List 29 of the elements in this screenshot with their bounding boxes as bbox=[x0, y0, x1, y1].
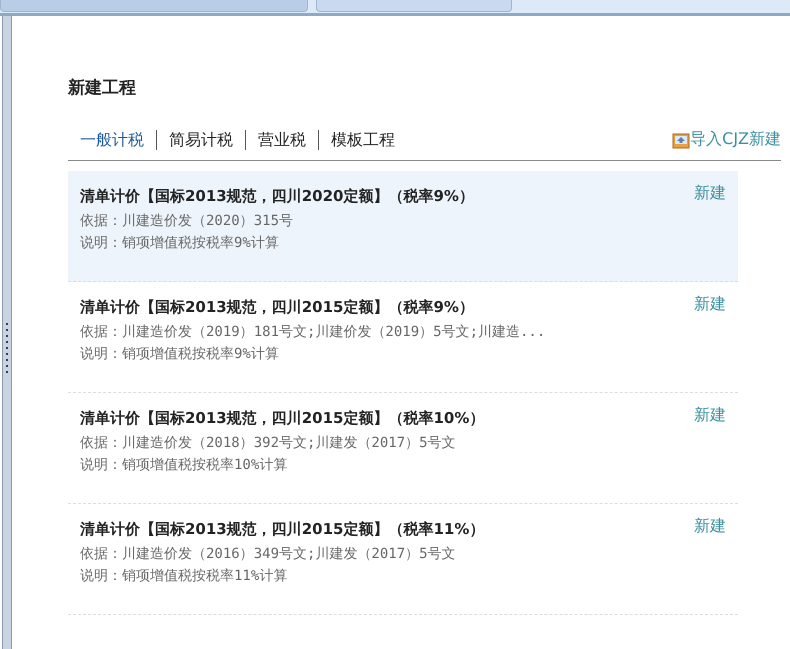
template-note: 说明：销项增值税按税率11%计算 bbox=[80, 567, 288, 585]
window-tab[interactable] bbox=[316, 0, 512, 12]
tab[interactable]: 模板工程 bbox=[318, 130, 407, 150]
template-title: 清单计价【国标2013规范，四川2015定额】（税率11%） bbox=[80, 520, 486, 539]
template-note: 说明：销项增值税按税率10%计算 bbox=[80, 456, 288, 474]
template-title: 清单计价【国标2013规范，四川2015定额】（税率10%） bbox=[80, 409, 486, 428]
template-card[interactable]: 清单计价【国标2013规范，四川2015定额】（税率11%） 依据：川建造价发（2016）349号文;川建发（2017）5号文 说明：销项增值税按税率11%计算 新建 bbox=[68, 504, 738, 615]
template-basis: 依据：川建造价发（2020）315号 bbox=[80, 212, 294, 230]
template-title: 清单计价【国标2013规范，四川2015定额】（税率9%） bbox=[80, 298, 475, 317]
tab[interactable]: 营业税 bbox=[245, 130, 318, 150]
template-note: 说明：销项增值税按税率9%计算 bbox=[80, 234, 280, 252]
new-link[interactable]: 新建 bbox=[694, 516, 726, 536]
template-basis: 依据：川建造价发（2018）392号文;川建发（2017）5号文 bbox=[80, 434, 457, 452]
window-tab[interactable] bbox=[0, 0, 308, 12]
new-link[interactable]: 新建 bbox=[694, 405, 726, 425]
splitter-handle[interactable] bbox=[2, 16, 12, 649]
template-card[interactable]: 清单计价【国标2013规范，四川2015定额】（税率10%） 依据：川建造价发（2018）392号文;川建发（2017）5号文 说明：销项增值税按税率10%计算 新建 bbox=[68, 393, 738, 504]
template-basis: 依据：川建造价发（2019）181号文;川建价发（2019）5号文;川建造... bbox=[80, 323, 546, 341]
new-link[interactable]: 新建 bbox=[694, 294, 726, 314]
tab[interactable]: 一般计税 bbox=[80, 130, 156, 150]
import-icon bbox=[672, 130, 690, 148]
page-title: 新建工程 bbox=[68, 77, 137, 99]
template-basis: 依据：川建造价发（2016）349号文;川建发（2017）5号文 bbox=[80, 545, 457, 563]
import-link[interactable]: 导入CJZ新建 bbox=[690, 129, 781, 150]
template-title: 清单计价【国标2013规范，四川2020定额】（税率9%） bbox=[80, 187, 475, 206]
template-note: 说明：销项增值税按税率9%计算 bbox=[80, 345, 280, 363]
template-card[interactable]: 清单计价【国标2013规范，四川2015定额】（税率9%） 依据：川建造价发（2019）181号文;川建价发（2019）5号文;川建造... 说明：销项增值税按税率9%计算 新建 bbox=[68, 282, 738, 393]
template-card[interactable]: 清单计价【国标2013规范，四川2020定额】（税率9%） 依据：川建造价发（2020）315号 说明：销项增值税按税率9%计算 新建 bbox=[68, 171, 738, 282]
tab[interactable]: 简易计税 bbox=[156, 130, 245, 150]
